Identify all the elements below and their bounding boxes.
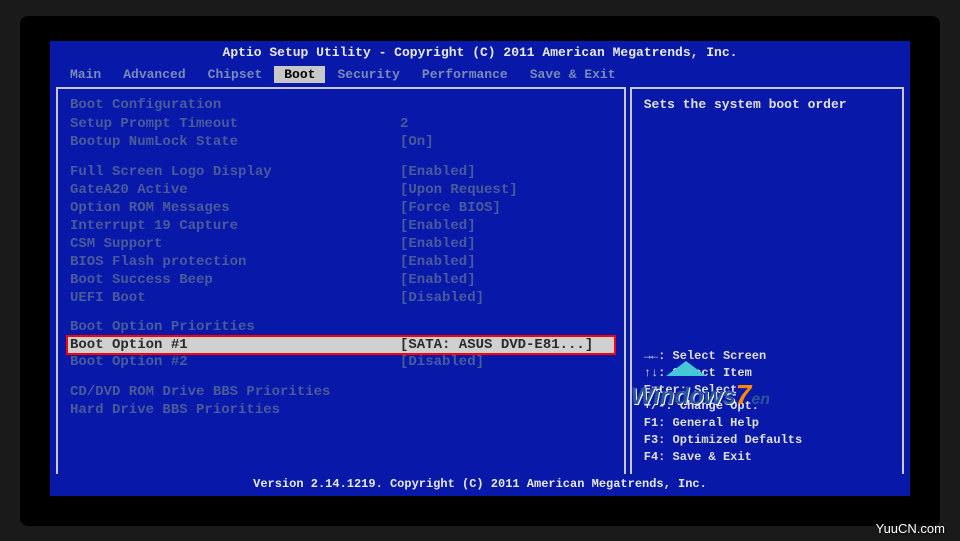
row-cddvd-bbs[interactable]: CD/DVD ROM Drive BBS Priorities (70, 383, 612, 401)
roof-icon (666, 361, 706, 376)
windows-logo-watermark: Windows7en (631, 379, 770, 411)
site-watermark: YuuCN.com (876, 521, 945, 536)
label: Hard Drive BBS Priorities (70, 402, 400, 418)
row-boot-beep[interactable]: Boot Success Beep [Enabled] (70, 271, 612, 289)
value: [Enabled] (400, 164, 476, 180)
menu-bar: Main Advanced Chipset Boot Security Perf… (50, 64, 910, 85)
value: [Force BIOS] (400, 200, 501, 216)
key-save-exit: F4: Save & Exit (644, 449, 890, 466)
value: [Upon Request] (400, 182, 518, 198)
label: Bootup NumLock State (70, 134, 400, 150)
label: Interrupt 19 Capture (70, 218, 400, 234)
value: [Disabled] (400, 290, 484, 306)
title-bar: Aptio Setup Utility - Copyright (C) 2011… (50, 41, 910, 64)
footer-text: Version 2.14.1219. Copyright (C) 2011 Am… (253, 477, 707, 491)
row-hdd-bbs[interactable]: Hard Drive BBS Priorities (70, 401, 612, 419)
menu-chipset[interactable]: Chipset (198, 66, 273, 83)
logo-suffix: en (751, 391, 770, 408)
label: CSM Support (70, 236, 400, 252)
row-boot-option-1[interactable]: Boot Option #1 [SATA: ASUS DVD-E81...] (66, 335, 616, 355)
value: [Disabled] (400, 354, 484, 370)
help-text: Sets the system boot order (644, 97, 890, 112)
menu-main[interactable]: Main (60, 66, 111, 83)
label: Option ROM Messages (70, 200, 400, 216)
section-boot-config: Boot Configuration (70, 97, 612, 113)
content-area: Boot Configuration Setup Prompt Timeout … (50, 85, 910, 478)
row-option-rom[interactable]: Option ROM Messages [Force BIOS] (70, 199, 612, 217)
menu-advanced[interactable]: Advanced (113, 66, 195, 83)
value: [Enabled] (400, 236, 476, 252)
label: Setup Prompt Timeout (70, 116, 400, 132)
menu-save-exit[interactable]: Save & Exit (520, 66, 626, 83)
value: [On] (400, 134, 434, 150)
value: [Enabled] (400, 272, 476, 288)
monitor-frame: Aptio Setup Utility - Copyright (C) 2011… (20, 16, 940, 526)
row-uefi-boot[interactable]: UEFI Boot [Disabled] (70, 289, 612, 307)
label: Full Screen Logo Display (70, 164, 400, 180)
logo-text: Windows (631, 383, 736, 410)
row-csm[interactable]: CSM Support [Enabled] (70, 235, 612, 253)
row-int19[interactable]: Interrupt 19 Capture [Enabled] (70, 217, 612, 235)
label: GateA20 Active (70, 182, 400, 198)
key-general-help: F1: General Help (644, 415, 890, 432)
label: CD/DVD ROM Drive BBS Priorities (70, 384, 400, 400)
row-numlock[interactable]: Bootup NumLock State [On] (70, 133, 612, 151)
menu-boot[interactable]: Boot (274, 66, 325, 83)
key-optimized: F3: Optimized Defaults (644, 432, 890, 449)
value: 2 (400, 116, 408, 132)
logo-num: 7 (736, 379, 752, 410)
label: UEFI Boot (70, 290, 400, 306)
row-bios-flash[interactable]: BIOS Flash protection [Enabled] (70, 253, 612, 271)
menu-performance[interactable]: Performance (412, 66, 518, 83)
menu-security[interactable]: Security (327, 66, 409, 83)
main-panel: Boot Configuration Setup Prompt Timeout … (56, 87, 626, 476)
row-setup-prompt[interactable]: Setup Prompt Timeout 2 (70, 115, 612, 133)
side-panel: Sets the system boot order →←: Select Sc… (630, 87, 904, 476)
row-boot-option-2[interactable]: Boot Option #2 [Disabled] (70, 353, 612, 371)
value: [Enabled] (400, 218, 476, 234)
bios-screen: Aptio Setup Utility - Copyright (C) 2011… (50, 41, 910, 496)
row-fullscreen-logo[interactable]: Full Screen Logo Display [Enabled] (70, 163, 612, 181)
value: [SATA: ASUS DVD-E81...] (400, 337, 593, 353)
label: Boot Option #1 (70, 337, 400, 353)
section-boot-priorities: Boot Option Priorities (70, 319, 612, 335)
title-text: Aptio Setup Utility - Copyright (C) 2011… (223, 45, 738, 60)
label: BIOS Flash protection (70, 254, 400, 270)
label: Boot Success Beep (70, 272, 400, 288)
label: Boot Option #2 (70, 354, 400, 370)
value: [Enabled] (400, 254, 476, 270)
row-gatea20[interactable]: GateA20 Active [Upon Request] (70, 181, 612, 199)
footer-bar: Version 2.14.1219. Copyright (C) 2011 Am… (50, 474, 910, 494)
